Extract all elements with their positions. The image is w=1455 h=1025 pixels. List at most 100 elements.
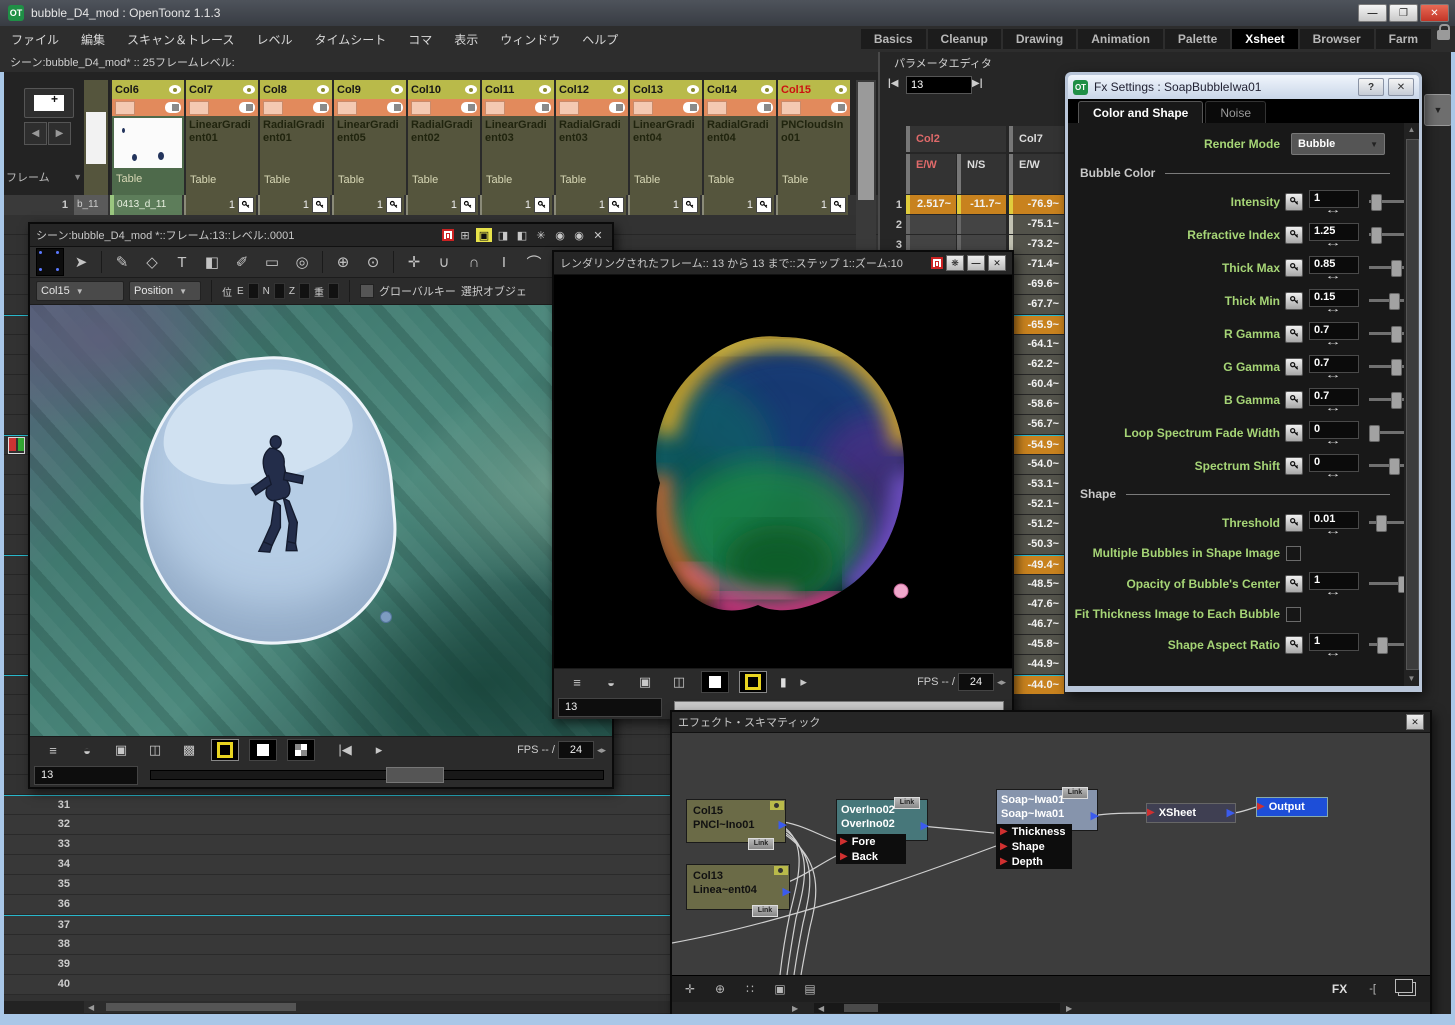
link-tag[interactable]: Link [1062, 787, 1088, 799]
snapshot-icon[interactable]: ▣ [110, 741, 132, 759]
frame-number-cell[interactable]: 40 [0, 975, 70, 994]
eraser-tool[interactable]: ▭ [259, 249, 285, 275]
fit-view-icon[interactable]: ✛ [680, 980, 700, 998]
white-bg-button[interactable] [701, 671, 729, 693]
slider-thumb[interactable] [1389, 293, 1400, 310]
menu-item[interactable]: ウィンドウ [489, 31, 571, 48]
link-tag[interactable]: Link [748, 838, 774, 850]
eye-icon[interactable] [243, 85, 255, 94]
tape-tool[interactable]: ◎ [289, 249, 315, 275]
column-name-bar[interactable]: Col13 [630, 80, 702, 99]
checkered-bg-button[interactable] [287, 739, 315, 761]
param-cell-col7[interactable]: -52.1~ [1009, 495, 1064, 514]
node-size-icon[interactable]: ∷ [740, 980, 760, 998]
frame-number-cell[interactable]: 35 [0, 875, 70, 894]
param-cell-ns[interactable]: -11.7~ [957, 195, 1006, 214]
xsheet-column-col14[interactable]: Col14RadialGradient04Table [702, 80, 776, 195]
room-tab-xsheet[interactable]: Xsheet [1232, 29, 1297, 49]
frame-number-cell[interactable]: 1 [0, 195, 74, 215]
coord-field[interactable] [248, 283, 259, 299]
filter-chip[interactable] [337, 101, 357, 115]
param-cell-col7[interactable]: -67.7~ [1009, 295, 1064, 314]
frame-slider[interactable] [150, 770, 604, 780]
column-name-bar[interactable]: Col8 [260, 80, 332, 99]
node-output[interactable]: ▶ Output [1256, 797, 1328, 817]
frame-number-cell[interactable]: 36 [0, 895, 70, 914]
scroll-left-icon[interactable]: ◀ [818, 1004, 824, 1013]
column-name-bar[interactable]: Col6 [112, 80, 184, 99]
menu-item[interactable]: タイムシート [303, 31, 397, 48]
filter-chip[interactable] [781, 101, 801, 115]
input-port-fore[interactable]: ▶Fore [836, 834, 906, 849]
column-name-bar[interactable]: Col14 [704, 80, 776, 99]
filter-chip[interactable] [263, 101, 283, 115]
minimize-button[interactable]: — [1358, 4, 1387, 22]
eye-icon[interactable] [770, 801, 784, 810]
fx-title-bar[interactable]: OT Fx Settings : SoapBubbleIwa01 ? ✕ [1068, 75, 1419, 99]
param-subcolumn-header[interactable]: E/W [906, 154, 956, 194]
menu-item[interactable]: ヘルプ [571, 31, 629, 48]
menu-item[interactable]: スキャン＆トレース [116, 31, 245, 48]
frame-number-cell[interactable]: 37 [0, 916, 70, 935]
xsheet-column-col8[interactable]: Col8RadialGradient01Table [258, 80, 332, 195]
filter-chip[interactable] [115, 101, 135, 115]
node-col13[interactable]: Col13 Linea~ent04 ▶ [686, 864, 790, 910]
eye-icon[interactable] [465, 85, 477, 94]
xsheet-row[interactable]: 37 [0, 915, 670, 935]
output-port-icon[interactable]: ▶ [1091, 809, 1099, 823]
param-cell-col7[interactable]: -62.2~ [1009, 355, 1064, 374]
input-port-shape[interactable]: ▶Shape [996, 839, 1072, 854]
xsheet-row[interactable]: 36 [0, 895, 670, 915]
prev-frame-button[interactable]: ◀ [24, 122, 47, 145]
node-col15[interactable]: Col15 PNCl~Ino01 ▶ [686, 799, 786, 843]
room-tab-basics[interactable]: Basics [861, 29, 926, 49]
param-cell-col7[interactable]: -76.9~ [1009, 195, 1064, 214]
param-cell-col7[interactable]: -49.4~ [1009, 555, 1064, 574]
param-cell-col7[interactable]: -73.2~ [1009, 235, 1064, 254]
xsheet-column-col13[interactable]: Col13LinearGradient04Table [628, 80, 702, 195]
histogram-icon[interactable]: ◒ [76, 741, 98, 759]
xsheet-row[interactable]: 40 [0, 975, 670, 995]
fx-tab-color-and-shape[interactable]: Color and Shape [1078, 101, 1203, 123]
animate-tool[interactable] [36, 248, 64, 276]
param-cell-col7[interactable]: -64.1~ [1009, 335, 1064, 354]
scroll-right-icon[interactable]: ▶ [792, 1004, 798, 1013]
slider-thumb[interactable] [1371, 194, 1382, 211]
param-cell-col7[interactable]: -44.9~ [1009, 655, 1064, 674]
param-cell-col7[interactable]: -44.0~ [1009, 675, 1064, 694]
tool-mode-dropdown[interactable]: Position▼ [129, 281, 201, 301]
coord-field[interactable] [328, 283, 339, 299]
xsheet-column-col9[interactable]: Col9LinearGradient05Table [332, 80, 406, 195]
histogram-icon[interactable]: ◒ [600, 673, 622, 691]
xsheet-column-col15[interactable]: Col15PNCloudsIno01Table [776, 80, 850, 195]
filter-chip[interactable] [633, 101, 653, 115]
param-cell-col7[interactable]: -45.8~ [1009, 635, 1064, 654]
frame-number-cell[interactable]: 38 [0, 935, 70, 954]
scroll-left-icon[interactable]: ◀ [88, 1003, 94, 1012]
xsheet-column-partial[interactable] [84, 80, 108, 195]
first-frame-icon[interactable]: |◀ [334, 741, 356, 759]
play-icon[interactable]: ▸ [368, 741, 390, 759]
close-icon[interactable]: ✕ [988, 255, 1006, 271]
camera-view-icon[interactable]: ◧ [514, 228, 530, 242]
brush-tool[interactable]: ✎ [109, 249, 135, 275]
input-port-icon[interactable]: ▶ [1257, 800, 1265, 814]
console-icon[interactable]: ≡ [566, 673, 588, 691]
xsheet-key-cell[interactable]: 1 [406, 195, 478, 215]
column-group-header[interactable]: Col7 [1009, 126, 1064, 152]
checkered-bg-icon[interactable]: ▩ [178, 741, 200, 759]
frame-display-menu[interactable]: フレーム▼ [6, 168, 82, 186]
column-name-bar[interactable]: Col15 [778, 80, 850, 99]
new-frame-button[interactable] [24, 88, 74, 118]
slider-thumb[interactable] [1389, 458, 1400, 475]
xsheet-key-cell[interactable]: 1 [702, 195, 774, 215]
eye-icon[interactable] [774, 866, 788, 875]
param-cell-col7[interactable]: -50.3~ [1009, 535, 1064, 554]
slider-thumb[interactable] [1391, 392, 1402, 409]
xsheet-key-cell[interactable]: 1 [184, 195, 256, 215]
filter-chip[interactable] [485, 101, 505, 115]
fps-spinner[interactable]: ◂▸ [597, 745, 606, 756]
xsheet-column-col11[interactable]: Col11LinearGradient03Table [480, 80, 554, 195]
schematic-title-bar[interactable]: エフェクト・スキマティック ✕ [672, 712, 1430, 733]
column-name-bar[interactable]: Col7 [186, 80, 258, 99]
